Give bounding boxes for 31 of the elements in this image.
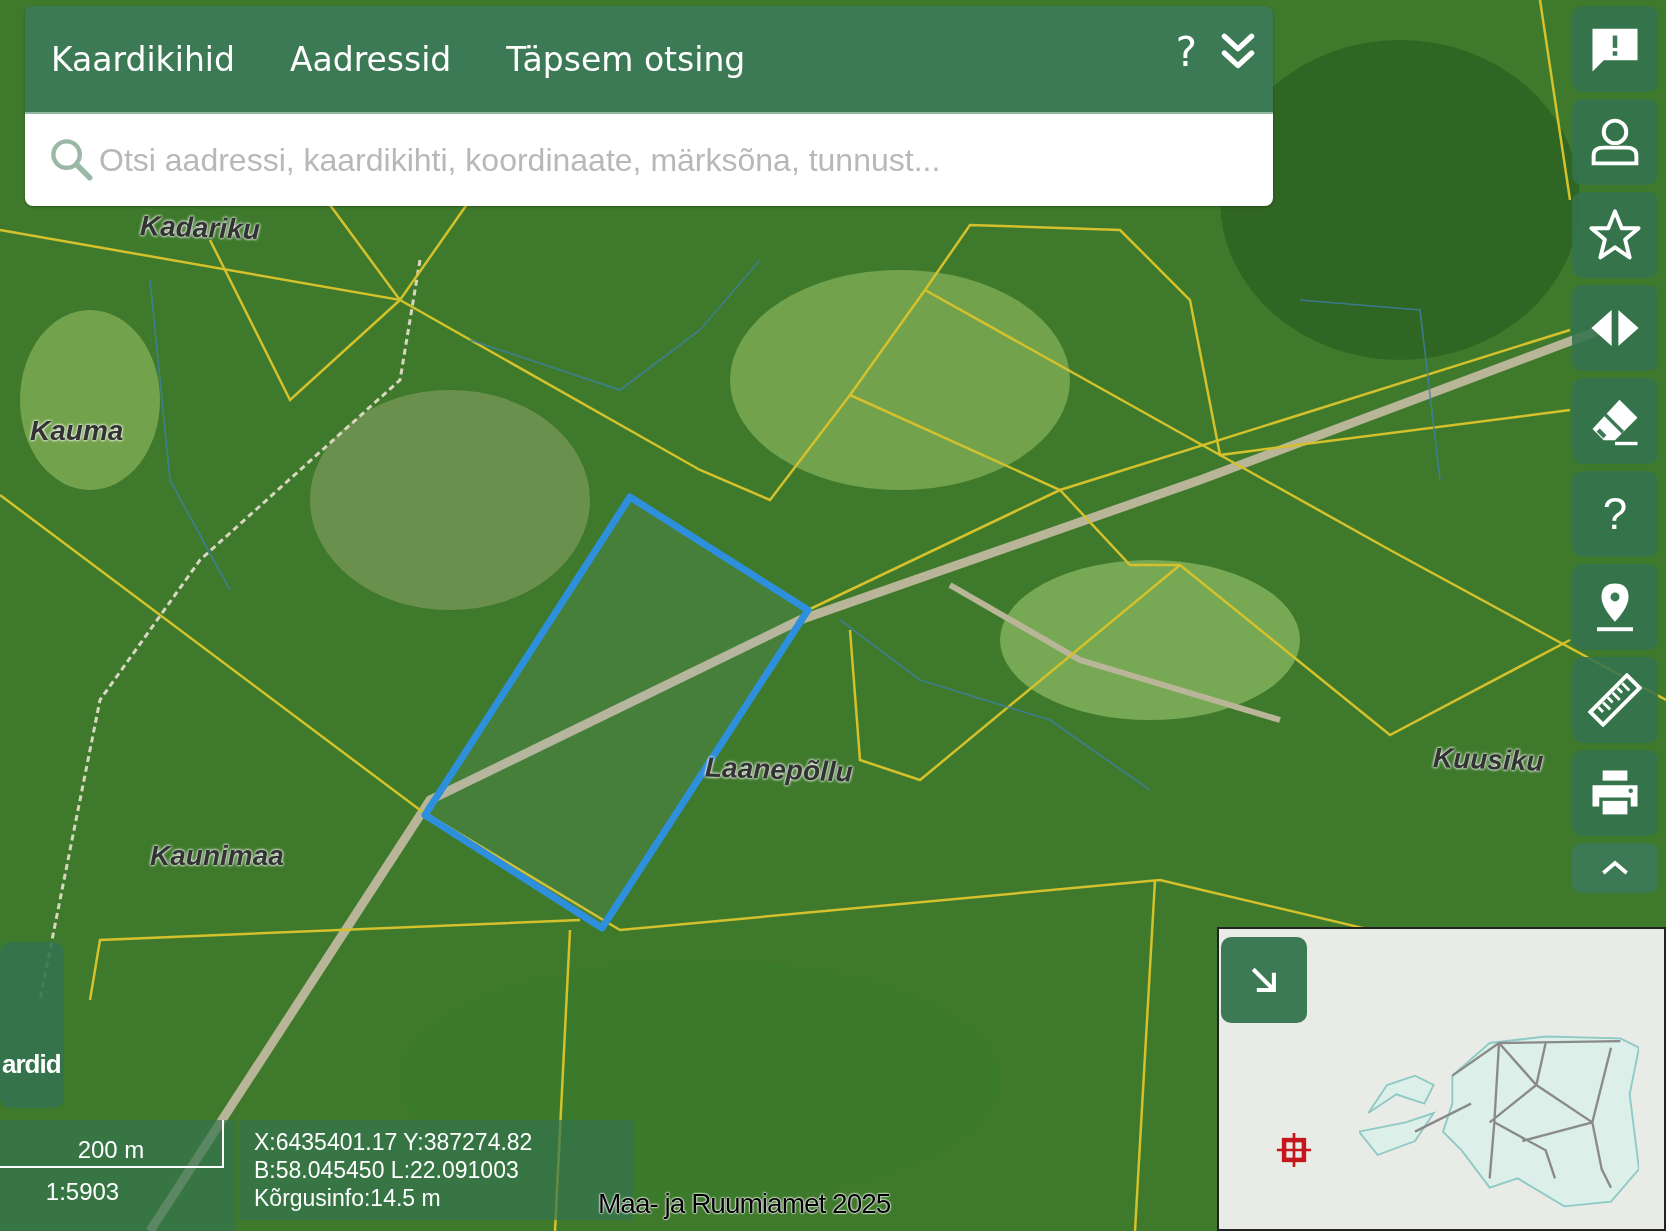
star-icon (1588, 208, 1642, 262)
place-label: Kuusiku (1432, 742, 1544, 778)
collapse-button[interactable] (1572, 843, 1658, 893)
scale-bar: 200 m (0, 1120, 224, 1168)
header-tab[interactable]: Aadressid (289, 39, 507, 79)
compare-button[interactable] (1572, 285, 1658, 371)
side-tab[interactable]: ardid (0, 942, 64, 1108)
measure-button[interactable] (1572, 657, 1658, 743)
location-button[interactable] (1572, 564, 1658, 650)
place-label: Kaunimaa (150, 840, 284, 872)
coordinate-text: Kõrgusinfo:14.5 m (254, 1184, 441, 1212)
help-button[interactable]: ? (1171, 29, 1201, 75)
crosshair-icon (1276, 1132, 1312, 1168)
feedback-button[interactable] (1572, 6, 1658, 92)
attribution-text: Maa- ja Ruumiamet 2025 (598, 1188, 891, 1220)
help-button[interactable]: ? (1572, 471, 1658, 557)
place-label: Kadariku (139, 209, 261, 247)
coordinate-text: X:6435401.17 Y:387274.82 (254, 1128, 533, 1156)
favorite-button[interactable] (1572, 192, 1658, 278)
header-tab[interactable]: Täpsem otsing (506, 39, 801, 79)
place-label: Laanepõllu (704, 751, 854, 789)
header-tab[interactable]: Kaardikihid (51, 39, 290, 79)
scale-ratio: 1:5903 (45, 1178, 120, 1206)
coordinate-text: B:58.045450 L:22.091003 (254, 1156, 519, 1184)
expand-button[interactable] (1221, 937, 1307, 1023)
ruler-icon (1588, 673, 1642, 727)
eraser-button[interactable] (1572, 378, 1658, 464)
print-button[interactable] (1572, 750, 1658, 836)
place-label: Kauma (30, 415, 124, 447)
user-button[interactable] (1572, 99, 1658, 185)
search-field[interactable]: Otsi aadressi, kaardikihti, koordinaate, märksõna, tunnust... (25, 112, 1273, 206)
